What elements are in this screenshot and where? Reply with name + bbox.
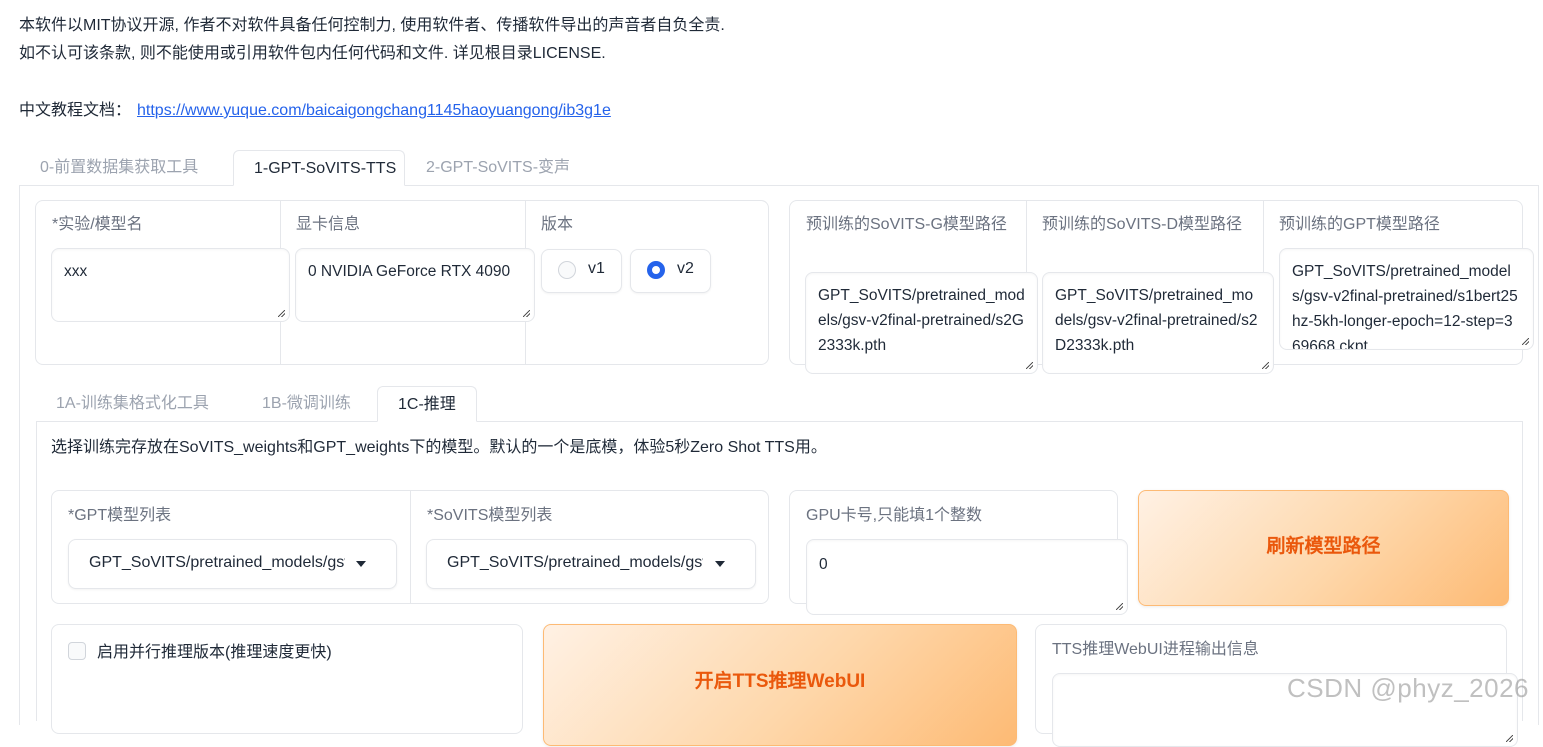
config-card-pretrained: 预训练的SoVITS-G模型路径 GPT_SoVITS/pretrained_m…	[789, 200, 1534, 374]
chevron-down-icon	[715, 561, 725, 567]
sovits-d-path-field[interactable]: GPT_SoVITS/pretrained_models/gsv-v2final…	[1042, 272, 1274, 374]
sovits-d-label: 预训练的SoVITS-D模型路径	[1042, 216, 1243, 233]
model-list-card: *GPT模型列表 GPT_SoVITS/pretrained_models/gs…	[51, 490, 769, 604]
sovits-list-label: *SoVITS模型列表	[427, 507, 553, 524]
exp-name-label: *实验/模型名	[52, 216, 143, 233]
parallel-inference-checkbox[interactable]	[68, 642, 86, 660]
radio-checked-icon	[647, 261, 665, 279]
inference-description: 选择训练完存放在SoVITS_weights和GPT_weights下的模型。默…	[51, 439, 827, 456]
version-radio-v1[interactable]: v1	[541, 249, 622, 293]
radio-unchecked-icon	[558, 261, 576, 279]
version-option-label: v2	[677, 260, 694, 277]
tab-dataset-tools[interactable]: 0-前置数据集获取工具	[20, 150, 218, 186]
tab-finetune[interactable]: 1B-微调训练	[242, 386, 371, 422]
tutorial-label: 中文教程文档：	[19, 102, 132, 119]
watermark-text: CSDN @phyz_2026	[1286, 673, 1529, 703]
tutorial-row: 中文教程文档： https://www.yuque.com/baicaigongc…	[19, 96, 611, 120]
gpt-model-selected: GPT_SoVITS/pretrained_models/gsv-v2final…	[89, 554, 345, 571]
refresh-model-paths-button[interactable]: 刷新模型路径	[1138, 490, 1509, 606]
gpu-info-label: 显卡信息	[296, 216, 361, 233]
parallel-inference-label: 启用并行推理版本(推理速度更快)	[97, 644, 332, 661]
sovits-model-dropdown[interactable]: GPT_SoVITS/pretrained_models/gsv-v2final…	[426, 539, 756, 589]
license-notice: 本软件以MIT协议开源, 作者不对软件具备任何控制力, 使用软件者、传播软件导出…	[19, 12, 725, 68]
open-tts-webui-button[interactable]: 开启TTS推理WebUI	[543, 624, 1017, 746]
tab-gpt-sovits-tts[interactable]: 1-GPT-SoVITS-TTS	[233, 150, 405, 186]
chevron-down-icon	[356, 561, 366, 567]
tutorial-link[interactable]: https://www.yuque.com/baicaigongchang114…	[137, 102, 611, 119]
gpu-number-field[interactable]: 0	[806, 539, 1128, 615]
config-card-basic: *实验/模型名 xxx 显卡信息 0 NVIDIA GeForce RTX 40…	[35, 200, 769, 365]
version-radio-v2[interactable]: v2	[630, 249, 711, 293]
tab-gpt-sovits-voice-change[interactable]: 2-GPT-SoVITS-变声	[406, 150, 590, 186]
tab-dataset-format[interactable]: 1A-训练集格式化工具	[36, 386, 229, 422]
gpt-model-dropdown[interactable]: GPT_SoVITS/pretrained_models/gsv-v2final…	[68, 539, 397, 589]
gpu-number-card: GPU卡号,只能填1个整数 0	[789, 490, 1128, 615]
gpu-info-field[interactable]: 0 NVIDIA GeForce RTX 4090	[295, 248, 535, 322]
version-label: 版本	[541, 216, 574, 233]
tab-inference[interactable]: 1C-推理	[377, 386, 477, 422]
gpu-number-label: GPU卡号,只能填1个整数	[806, 507, 983, 524]
main-tab-bar: 0-前置数据集获取工具 1-GPT-SoVITS-TTS 2-GPT-SoVIT…	[20, 150, 1520, 186]
webui-output-label: TTS推理WebUI进程输出信息	[1052, 641, 1259, 658]
sovits-model-selected: GPT_SoVITS/pretrained_models/gsv-v2final…	[447, 554, 703, 571]
license-notice-line2: 如不认可该条款, 则不能使用或引用软件包内任何代码和文件. 详见根目录LICEN…	[19, 45, 606, 62]
license-notice-line1: 本软件以MIT协议开源, 作者不对软件具备任何控制力, 使用软件者、传播软件导出…	[19, 17, 725, 34]
gpt-list-label: *GPT模型列表	[68, 507, 172, 524]
gpt-pretrained-label: 预训练的GPT模型路径	[1279, 216, 1440, 233]
sub-tab-bar: 1A-训练集格式化工具 1B-微调训练 1C-推理	[36, 386, 1516, 422]
gpt-pretrained-path-field[interactable]: GPT_SoVITS/pretrained_models/gsv-v2final…	[1279, 248, 1534, 350]
version-option-label: v1	[588, 260, 605, 277]
sovits-g-label: 预训练的SoVITS-G模型路径	[806, 216, 1007, 233]
sovits-g-path-field[interactable]: GPT_SoVITS/pretrained_models/gsv-v2final…	[805, 272, 1038, 374]
exp-name-field[interactable]: xxx	[51, 248, 290, 322]
